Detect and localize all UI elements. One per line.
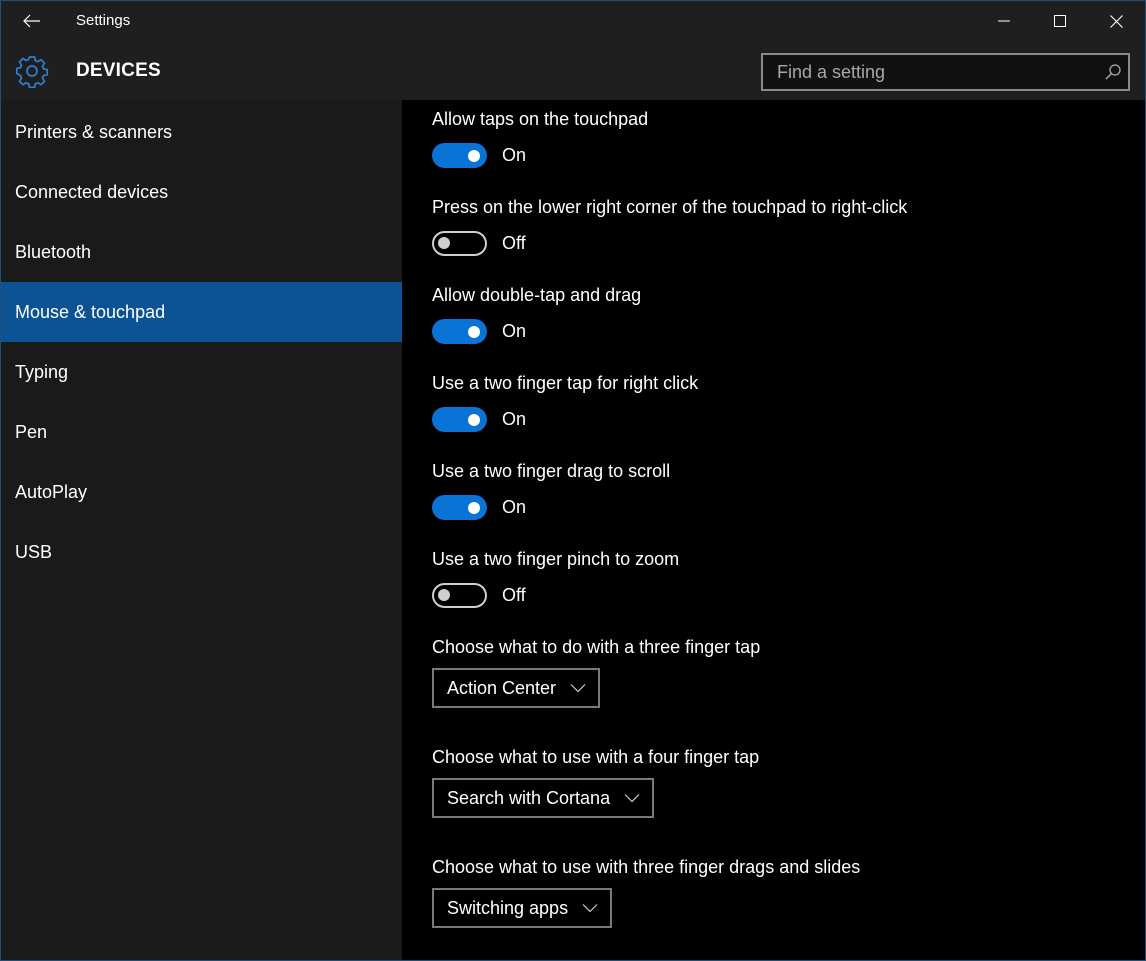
dropdown-value: Action Center [447, 677, 557, 698]
setting-allow-taps: Allow taps on the touchpad On [432, 109, 648, 168]
sidebar-item-usb[interactable]: USB [1, 522, 402, 582]
back-arrow-icon [23, 14, 40, 28]
sidebar-item-label: USB [15, 541, 53, 562]
back-button[interactable] [15, 7, 49, 35]
minimize-button[interactable] [976, 1, 1032, 41]
setting-label: Allow taps on the touchpad [432, 109, 649, 129]
title-bar: Settings [1, 1, 1145, 41]
dropdown-value: Search with Cortana [447, 787, 611, 808]
close-button[interactable] [1088, 1, 1144, 41]
toggle-switch[interactable] [432, 583, 487, 608]
setting-label: Choose what to do with a three finger ta… [432, 637, 761, 657]
settings-content: Allow taps on the touchpad On Press on t… [402, 100, 1145, 960]
setting-three-finger-tap: Choose what to do with a three finger ta… [432, 637, 760, 708]
setting-label: Use a two finger drag to scroll [432, 461, 671, 481]
chevron-down-icon [570, 684, 586, 693]
three-finger-tap-dropdown[interactable]: Action Center [432, 668, 601, 708]
toggle-state-label: On [502, 145, 527, 165]
sidebar: Printers & scanners Connected devices Bl… [1, 100, 402, 960]
window-title: Settings [76, 12, 131, 29]
sidebar-item-connected-devices[interactable]: Connected devices [1, 162, 402, 222]
toggle-knob [468, 325, 480, 338]
section-title: DEVICES [76, 60, 161, 81]
toggle-switch[interactable] [432, 319, 487, 344]
sidebar-item-autoplay[interactable]: AutoPlay [1, 462, 402, 522]
toggle-state-label: Off [502, 585, 526, 605]
setting-label: Choose what to use with three finger dra… [432, 857, 861, 877]
sidebar-item-typing[interactable]: Typing [1, 342, 402, 402]
setting-label: Press on the lower right corner of the t… [432, 197, 908, 217]
toggle-switch[interactable] [432, 231, 487, 256]
setting-lower-right-corner-click: Press on the lower right corner of the t… [432, 197, 907, 256]
gear-icon [15, 56, 49, 88]
maximize-icon [1054, 15, 1066, 27]
search-input[interactable] [763, 55, 1098, 89]
chevron-down-icon [624, 794, 640, 803]
chevron-down-icon [582, 904, 598, 913]
sidebar-item-printers-scanners[interactable]: Printers & scanners [1, 102, 402, 162]
toggle-state-label: On [502, 409, 527, 429]
setting-label: Choose what to use with a four finger ta… [432, 747, 760, 767]
setting-label: Use a two finger tap for right click [432, 373, 699, 393]
search-box[interactable] [761, 53, 1130, 91]
setting-double-tap-drag: Allow double-tap and drag On [432, 285, 641, 344]
sidebar-item-bluetooth[interactable]: Bluetooth [1, 222, 402, 282]
toggle-knob [468, 413, 480, 426]
toggle-knob [468, 501, 480, 514]
setting-pinch-zoom: Use a two finger pinch to zoom Off [432, 549, 679, 608]
setting-four-finger-tap: Choose what to use with a four finger ta… [432, 747, 759, 818]
search-icon[interactable] [1098, 57, 1128, 87]
toggle-switch[interactable] [432, 495, 487, 520]
setting-two-finger-scroll: Use a two finger drag to scroll On [432, 461, 670, 520]
close-icon [1109, 14, 1123, 28]
toggle-knob [468, 149, 480, 162]
sidebar-item-mouse-touchpad[interactable]: Mouse & touchpad [1, 282, 402, 342]
toggle-state-label: Off [502, 233, 526, 253]
toggle-knob [438, 237, 450, 249]
setting-two-finger-tap: Use a two finger tap for right click On [432, 373, 698, 432]
sidebar-item-label: Connected devices [15, 181, 169, 202]
page-header: DEVICES [1, 41, 1145, 100]
sidebar-item-label: Printers & scanners [15, 121, 173, 142]
toggle-switch[interactable] [432, 143, 487, 168]
toggle-state-label: On [502, 497, 527, 517]
setting-three-finger-drags: Choose what to use with three finger dra… [432, 857, 860, 928]
sidebar-item-label: Pen [15, 421, 48, 442]
sidebar-item-label: Typing [15, 361, 69, 382]
settings-window: Settings DEVICES Printers & scanners Con… [0, 0, 1146, 961]
minimize-icon [998, 20, 1010, 22]
toggle-switch[interactable] [432, 407, 487, 432]
maximize-button[interactable] [1032, 1, 1088, 41]
toggle-state-label: On [502, 321, 527, 341]
sidebar-item-pen[interactable]: Pen [1, 402, 402, 462]
sidebar-item-label: Mouse & touchpad [15, 301, 166, 322]
sidebar-item-label: Bluetooth [15, 241, 92, 262]
setting-label: Use a two finger pinch to zoom [432, 549, 680, 569]
four-finger-tap-dropdown[interactable]: Search with Cortana [432, 778, 655, 818]
dropdown-value: Switching apps [447, 897, 569, 918]
sidebar-item-label: AutoPlay [15, 481, 88, 502]
setting-label: Allow double-tap and drag [432, 285, 642, 305]
toggle-knob [438, 589, 450, 601]
three-finger-drags-dropdown[interactable]: Switching apps [432, 888, 613, 928]
